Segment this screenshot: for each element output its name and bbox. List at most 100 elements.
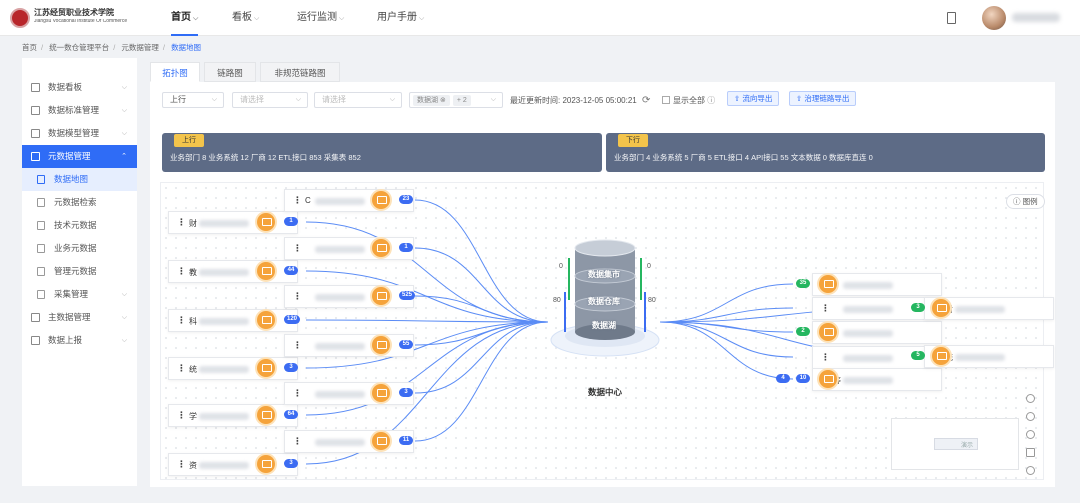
system-monitor-icon[interactable]	[372, 432, 390, 450]
export-flow-button[interactable]: ⇧ 流向导出	[727, 91, 780, 106]
nav-manual[interactable]: 用户手册 ⌵	[377, 0, 424, 36]
system-monitor-icon[interactable]	[372, 384, 390, 402]
source-node-card[interactable]: ⋮ 资	[168, 453, 298, 476]
system-node-card[interactable]: ⋮	[284, 285, 414, 308]
sidebar-item-master-data[interactable]: 主数据管理 ⌵	[22, 306, 137, 329]
minimap-viewport[interactable]: 演示	[934, 438, 978, 450]
more-icon[interactable]: ⋮	[293, 436, 302, 447]
layer-data-lake[interactable]: 数据湖	[592, 320, 616, 331]
layer-data-warehouse[interactable]: 数据仓库	[588, 296, 620, 307]
top-bar: 江苏经贸职业技术学院 Jiangsu Vocational Institute …	[0, 0, 1080, 36]
sidebar-item-standards[interactable]: 数据标准管理 ⌵	[22, 99, 137, 122]
system-monitor-icon[interactable]	[372, 239, 390, 257]
more-icon[interactable]: ⋮	[821, 352, 830, 363]
target-system-monitor-icon[interactable]	[819, 370, 837, 388]
more-icon[interactable]: ⋮	[293, 388, 302, 399]
system-node-card[interactable]: ⋮ C	[284, 189, 414, 212]
show-all-checkbox[interactable]: 显示全部 ⓘ	[662, 95, 715, 106]
node-name: 教	[189, 268, 197, 277]
sidebar-item-collection[interactable]: 采集管理 ⌵	[22, 283, 137, 306]
refresh-icon[interactable]: ⟳	[642, 95, 650, 106]
system-node-card[interactable]: ⋮	[284, 237, 414, 260]
source-node-card[interactable]: ⋮ 统	[168, 357, 298, 380]
target-system-monitor-icon[interactable]	[819, 275, 837, 293]
layer-tag-label: 数据湖	[417, 97, 438, 104]
clipboard-icon[interactable]	[947, 12, 956, 24]
avatar[interactable]	[982, 6, 1006, 30]
layer-data-mart[interactable]: 数据集市	[588, 269, 620, 280]
more-icon[interactable]: ⋮	[293, 195, 302, 206]
download-icon[interactable]	[1026, 448, 1035, 457]
node-name-redacted	[315, 391, 365, 398]
source-node-card[interactable]: ⋮ 教	[168, 260, 298, 283]
info-icon[interactable]: ⓘ	[707, 96, 715, 105]
more-icon[interactable]: ⋮	[177, 410, 186, 421]
system-node-card[interactable]: ⋮	[284, 382, 414, 405]
sidebar-item-metadata[interactable]: 元数据管理 ⌃	[22, 145, 137, 168]
tab-topology[interactable]: 拓扑图	[150, 62, 200, 82]
user-name-redacted[interactable]	[1012, 13, 1060, 22]
source-monitor-icon[interactable]	[257, 455, 275, 473]
nav-home[interactable]: 首页 ⌵	[171, 0, 199, 36]
sidebar-item-metadata-search[interactable]: 元数据检索	[22, 191, 137, 214]
filter-select-1[interactable]: 请选择 ⌵	[232, 92, 308, 108]
source-monitor-icon[interactable]	[257, 213, 275, 231]
sidebar-item-management-metadata[interactable]: 管理元数据	[22, 260, 137, 283]
filter-select-2[interactable]: 请选择 ⌵	[314, 92, 402, 108]
fit-view-icon[interactable]	[1026, 394, 1035, 403]
source-node-card[interactable]: ⋮ 学	[168, 404, 298, 427]
more-icon[interactable]: ⋮	[293, 291, 302, 302]
system-monitor-icon[interactable]	[372, 336, 390, 354]
source-monitor-icon[interactable]	[257, 406, 275, 424]
sidebar-item-models[interactable]: 数据模型管理 ⌵	[22, 122, 137, 145]
target-monitor-icon[interactable]	[932, 347, 950, 365]
breadcrumb-platform[interactable]: 统一数仓管理平台	[49, 43, 109, 52]
more-icon[interactable]: ⋮	[177, 459, 186, 470]
nav-dashboard[interactable]: 看板 ⌵	[232, 0, 259, 36]
legend-button[interactable]: ⓘ 图例	[1006, 194, 1045, 209]
source-monitor-icon[interactable]	[257, 359, 275, 377]
sidebar-item-dashboard[interactable]: 数据看板 ⌵	[22, 76, 137, 99]
system-node-card[interactable]: ⋮	[284, 334, 414, 357]
chevron-down-icon: ⌵	[211, 96, 217, 103]
more-icon[interactable]: ⋮	[177, 315, 186, 326]
sidebar-item-business-metadata[interactable]: 业务元数据	[22, 237, 137, 260]
sidebar-item-report[interactable]: 数据上报 ⌵	[22, 329, 137, 352]
zoom-in-icon[interactable]	[1026, 412, 1035, 421]
chevron-down-icon: ⌵	[121, 291, 127, 298]
more-icon[interactable]: ⋮	[821, 303, 830, 314]
more-icon[interactable]: ⋮	[177, 217, 186, 228]
zoom-out-icon[interactable]	[1026, 430, 1035, 439]
tab-lineage[interactable]: 链路图	[204, 62, 256, 82]
layer-multiselect[interactable]: 数据湖 ⊗ + 2 ⌵	[409, 92, 503, 108]
target-monitor-icon[interactable]	[932, 299, 950, 317]
system-monitor-icon[interactable]	[372, 287, 390, 305]
more-icon[interactable]: ⋮	[293, 243, 302, 254]
count-badge: 4	[776, 374, 790, 383]
system-node-card[interactable]: ⋮	[284, 430, 414, 453]
node-name-redacted	[315, 343, 365, 350]
source-node-card[interactable]: ⋮ 科	[168, 309, 298, 332]
breadcrumb-metadata[interactable]: 元数据管理	[121, 43, 159, 52]
target-system-monitor-icon[interactable]	[819, 323, 837, 341]
layer-tag[interactable]: 数据湖 ⊗	[413, 95, 450, 106]
more-icon[interactable]: ⋮	[177, 363, 186, 374]
fullscreen-icon[interactable]	[1026, 466, 1035, 475]
legend-label: 图例	[1022, 197, 1038, 206]
direction-select[interactable]: 上行 ⌵	[162, 92, 224, 108]
export-governance-button[interactable]: ⇧ 治理链路导出	[789, 91, 857, 106]
checkbox-box[interactable]	[662, 96, 670, 104]
node-name-redacted	[315, 246, 365, 253]
tab-nonstandard-lineage[interactable]: 非规范链路图	[260, 62, 340, 82]
more-icon[interactable]: ⋮	[293, 340, 302, 351]
breadcrumb-home[interactable]: 首页	[22, 43, 37, 52]
sidebar-item-tech-metadata[interactable]: 技术元数据	[22, 214, 137, 237]
minimap[interactable]: 演示	[891, 418, 1019, 470]
system-monitor-icon[interactable]	[372, 191, 390, 209]
source-monitor-icon[interactable]	[257, 311, 275, 329]
more-icon[interactable]: ⋮	[177, 266, 186, 277]
nav-monitoring[interactable]: 运行监测 ⌵	[297, 0, 344, 36]
source-node-card[interactable]: ⋮ 财	[168, 211, 298, 234]
source-monitor-icon[interactable]	[257, 262, 275, 280]
sidebar-item-data-map[interactable]: 数据地图	[22, 168, 137, 191]
